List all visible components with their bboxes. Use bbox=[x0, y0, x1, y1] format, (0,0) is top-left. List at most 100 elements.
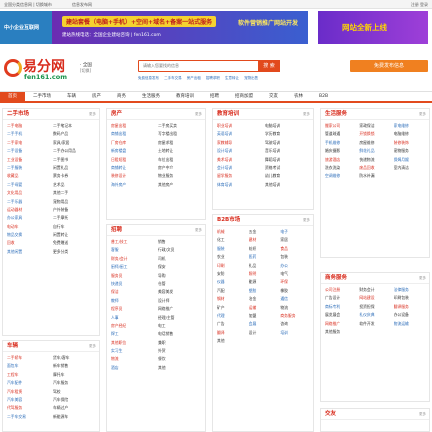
category-link[interactable]: 矿产 bbox=[217, 305, 246, 310]
more-link[interactable]: 更多 bbox=[303, 215, 310, 226]
category-link[interactable]: 车辆过户 bbox=[53, 405, 95, 410]
site-link[interactable]: 全国分类信息网 | 切换城市 bbox=[4, 0, 52, 9]
category-link[interactable]: 二手母婴 bbox=[7, 182, 49, 187]
category-link[interactable]: 音乐培训 bbox=[265, 148, 309, 153]
category-link[interactable]: 电动车 bbox=[7, 224, 49, 229]
category-link[interactable]: 公司注册 bbox=[325, 287, 356, 292]
more-link[interactable]: 更多 bbox=[419, 109, 426, 120]
category-link[interactable]: 物流运输 bbox=[394, 321, 425, 326]
category-link[interactable]: 广告 bbox=[217, 321, 246, 326]
category-link[interactable]: 收藏品 bbox=[7, 173, 49, 178]
search-input[interactable] bbox=[139, 61, 249, 70]
category-link[interactable]: 新车销售 bbox=[53, 363, 95, 368]
category-link[interactable]: 运输 bbox=[249, 305, 278, 310]
category-link[interactable]: 宠物用品 bbox=[53, 199, 95, 204]
logo[interactable]: 易分网 fen161.com bbox=[4, 56, 74, 84]
category-link[interactable]: 汽车租赁 bbox=[7, 389, 49, 394]
category-link[interactable]: 财务会计 bbox=[359, 287, 390, 292]
category-link[interactable]: 体育培训 bbox=[217, 182, 261, 187]
nav-item[interactable]: 农林 bbox=[286, 92, 311, 102]
hot-link[interactable]: 宠物出售 bbox=[244, 76, 258, 80]
category-link[interactable]: 行政/文员 bbox=[158, 247, 201, 252]
category-link[interactable]: 二手电脑 bbox=[7, 123, 49, 128]
category-link[interactable]: 保安 bbox=[158, 264, 201, 269]
category-link[interactable]: 塑胶 bbox=[249, 288, 278, 293]
category-link[interactable]: 财务/会计 bbox=[111, 256, 154, 261]
category-link[interactable]: 五金 bbox=[249, 229, 278, 234]
category-link[interactable]: 礼品 bbox=[249, 263, 278, 268]
more-link[interactable]: 更多 bbox=[89, 341, 96, 352]
section-title[interactable]: 生活服务 bbox=[325, 111, 347, 117]
category-link[interactable]: 仪器 bbox=[217, 279, 246, 284]
more-link[interactable]: 更多 bbox=[89, 109, 96, 120]
section-title[interactable]: 房产 bbox=[111, 111, 122, 117]
category-link[interactable]: 土地转让 bbox=[158, 148, 201, 153]
category-link[interactable]: 焊工 bbox=[111, 331, 154, 336]
category-link[interactable]: 食品 bbox=[280, 246, 309, 251]
section-title[interactable]: 车辆 bbox=[7, 343, 18, 349]
category-link[interactable]: 装修装饰 bbox=[394, 140, 425, 145]
category-link[interactable]: 经理/主管 bbox=[158, 315, 201, 320]
category-link[interactable]: 服装 bbox=[217, 246, 246, 251]
category-link[interactable]: 司机 bbox=[158, 256, 201, 261]
category-link[interactable]: 餐饮 bbox=[158, 356, 201, 361]
category-link[interactable]: 新房楼盘 bbox=[111, 148, 154, 153]
category-link[interactable]: 婚庆摄影 bbox=[325, 148, 356, 153]
category-link[interactable]: 钢材 bbox=[217, 296, 246, 301]
category-link[interactable]: 数码产品 bbox=[53, 131, 95, 136]
category-link[interactable]: 翻译服务 bbox=[394, 304, 425, 309]
category-link[interactable]: 建材 bbox=[249, 237, 278, 242]
category-link[interactable]: 快递物流 bbox=[359, 157, 390, 162]
banner-main[interactable]: 建站套餐（电脑+手机）+空间+域名+备案一站式服务 建站热线电话：全国企业建站咨… bbox=[52, 11, 308, 44]
more-link[interactable]: 更多 bbox=[195, 109, 202, 120]
category-link[interactable]: 文化用品 bbox=[7, 190, 49, 195]
category-link[interactable]: 保姆月嫂 bbox=[394, 157, 425, 162]
category-link[interactable]: 写字楼出租 bbox=[158, 131, 201, 136]
category-link[interactable]: 机械 bbox=[217, 229, 246, 234]
category-link[interactable]: 电脑维修 bbox=[394, 131, 425, 136]
category-link[interactable]: 纺织 bbox=[249, 246, 278, 251]
category-link[interactable]: 二手笔记本 bbox=[53, 123, 95, 128]
category-link[interactable]: 室内清洁 bbox=[394, 165, 425, 170]
category-link[interactable]: 二手摩托 bbox=[53, 215, 95, 220]
site-link-2[interactable]: 信息发布网 bbox=[72, 0, 92, 9]
category-link[interactable]: 其他 bbox=[158, 365, 201, 370]
category-link[interactable]: 其他闲置 bbox=[7, 249, 49, 254]
category-link[interactable]: 商标专利 bbox=[325, 304, 356, 309]
category-link[interactable]: 物流 bbox=[111, 356, 154, 361]
category-link[interactable]: 销售 bbox=[158, 239, 201, 244]
nav-item[interactable]: 招商加盟 bbox=[227, 92, 261, 102]
category-link[interactable]: 物业服务 bbox=[158, 173, 201, 178]
category-link[interactable]: 家电维修 bbox=[394, 123, 425, 128]
category-link[interactable]: 客服 bbox=[111, 247, 154, 252]
category-link[interactable]: 房屋求租 bbox=[158, 140, 201, 145]
nav-item[interactable]: 教育培训 bbox=[168, 92, 202, 102]
category-link[interactable]: 职业培训 bbox=[217, 123, 261, 128]
category-link[interactable]: 通信 bbox=[280, 296, 309, 301]
category-link[interactable]: 废品回收 bbox=[359, 165, 390, 170]
category-link[interactable]: 兼职 bbox=[158, 340, 201, 345]
category-link[interactable]: 管道疏通 bbox=[325, 131, 356, 136]
category-link[interactable]: 培训 bbox=[280, 330, 309, 335]
category-link[interactable]: 网站建设 bbox=[359, 295, 390, 300]
switch-city[interactable]: [切换] bbox=[80, 68, 91, 74]
category-link[interactable]: 二手图书 bbox=[53, 157, 95, 162]
category-link[interactable]: 普工/技工 bbox=[111, 239, 154, 244]
category-link[interactable]: 办公 bbox=[280, 263, 309, 268]
category-link[interactable]: 资格考试 bbox=[265, 165, 309, 170]
category-link[interactable]: 货车/客车 bbox=[53, 355, 95, 360]
category-link[interactable]: 回收 bbox=[7, 240, 49, 245]
category-link[interactable]: 商铺转让 bbox=[111, 165, 154, 170]
category-link[interactable]: 翻译 bbox=[217, 330, 246, 335]
category-link[interactable]: 车位出租 bbox=[158, 157, 201, 162]
category-link[interactable]: 导购 bbox=[158, 273, 201, 278]
category-link[interactable]: 办公设备 bbox=[394, 312, 425, 317]
hot-link[interactable]: 免费信息发布 bbox=[138, 76, 159, 80]
category-link[interactable]: 开锁换锁 bbox=[359, 131, 390, 136]
hot-link[interactable]: 生意转让 bbox=[225, 76, 239, 80]
category-link[interactable]: 物品交换 bbox=[7, 232, 49, 237]
category-link[interactable]: 更多分类 bbox=[53, 249, 95, 254]
category-link[interactable]: 海外房产 bbox=[111, 182, 154, 187]
category-link[interactable]: 闲置转让 bbox=[53, 232, 95, 237]
category-link[interactable]: 外贸 bbox=[158, 348, 201, 353]
